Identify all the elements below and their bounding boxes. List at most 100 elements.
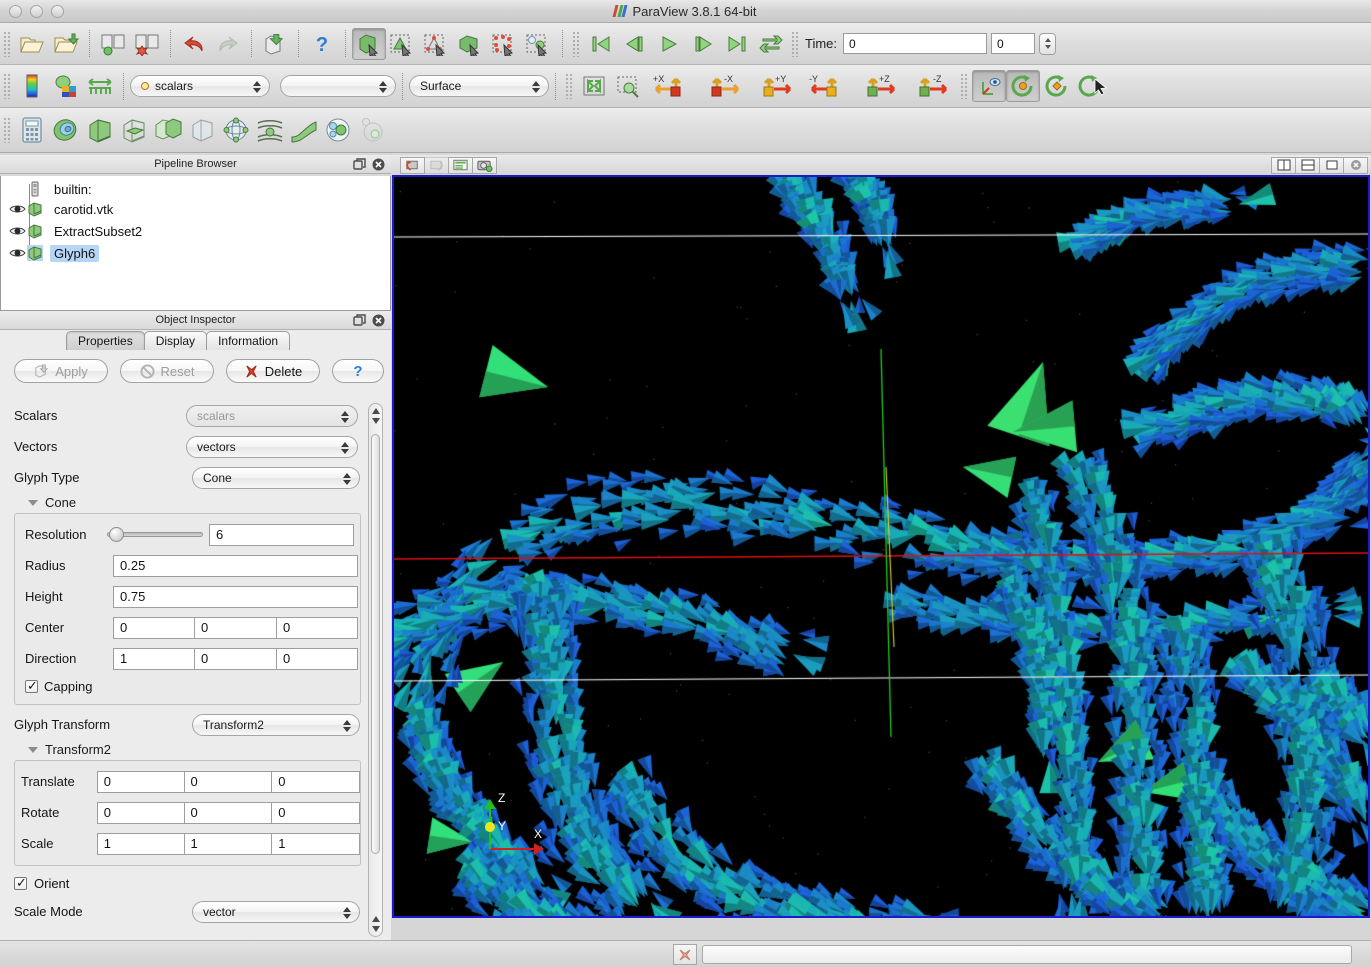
scroll-down-icon[interactable] — [372, 418, 380, 424]
visibility-eye-icon[interactable] — [7, 203, 27, 215]
color-by-select[interactable]: scalars — [130, 75, 270, 97]
redo-camera-view-button[interactable] — [424, 156, 449, 174]
tab-information[interactable]: Information — [206, 331, 291, 350]
open-recent-button[interactable] — [49, 28, 83, 60]
scroll-up-icon[interactable] — [372, 408, 380, 414]
delete-button[interactable]: Delete — [226, 359, 320, 383]
group-datasets-filter-button[interactable] — [321, 114, 355, 146]
select-points-rubber-button[interactable] — [420, 28, 454, 60]
pipeline-browser[interactable]: builtin: carotid.vtk ExtractSubset2 Glyp… — [0, 176, 391, 311]
pipeline-item-carotid[interactable]: carotid.vtk — [1, 198, 390, 220]
translate-y-input[interactable]: 0 — [184, 770, 273, 793]
view-minus-x-button[interactable]: -X — [697, 70, 749, 102]
split-vertical-button[interactable] — [1295, 156, 1320, 174]
center-x-input[interactable]: 0 — [113, 616, 195, 639]
select-surface-cells-button[interactable] — [352, 27, 386, 60]
split-horizontal-button[interactable] — [1271, 156, 1296, 174]
play-button[interactable] — [652, 28, 686, 60]
rescale-custom-range-button[interactable] — [83, 70, 117, 102]
render-view[interactable]: X Y Z — [392, 175, 1370, 918]
tab-display[interactable]: Display — [143, 331, 208, 350]
next-frame-button[interactable] — [686, 28, 720, 60]
threshold-filter-button[interactable] — [151, 114, 185, 146]
pipeline-item-builtin[interactable]: builtin: — [1, 176, 390, 198]
time-index-input[interactable]: 0 — [991, 33, 1036, 54]
direction-x-input[interactable]: 1 — [113, 647, 195, 670]
pipeline-item-glyph6[interactable]: Glyph6 — [1, 242, 390, 264]
extract-subset-filter-button[interactable] — [185, 114, 219, 146]
view-layout-buttons[interactable] — [1271, 156, 1368, 174]
direction-y-input[interactable]: 0 — [195, 647, 277, 670]
inspector-dock-buttons[interactable] — [353, 313, 385, 327]
capping-row[interactable]: Capping — [15, 674, 360, 698]
view-minus-y-button[interactable]: -Y — [801, 70, 853, 102]
previous-frame-button[interactable] — [618, 28, 652, 60]
resolution-slider[interactable] — [107, 524, 203, 546]
scroll-down-icon[interactable] — [372, 926, 380, 932]
visibility-eye-icon[interactable] — [7, 225, 27, 237]
warp-filter-button[interactable] — [287, 114, 321, 146]
reset-center-button[interactable] — [1040, 70, 1074, 102]
connect-server-button[interactable] — [96, 28, 130, 60]
time-index-stepper[interactable] — [1039, 32, 1057, 55]
rescale-to-data-range-button[interactable] — [49, 70, 83, 102]
undo-camera-button[interactable] — [258, 28, 292, 60]
toolbar-grip[interactable] — [3, 117, 12, 143]
apply-button[interactable]: Apply — [14, 359, 108, 383]
capture-screenshot-button[interactable] — [472, 156, 497, 174]
edit-color-map-button[interactable] — [15, 70, 49, 102]
translate-z-input[interactable]: 0 — [272, 770, 360, 793]
radius-input[interactable]: 0.25 — [113, 554, 358, 577]
loop-button[interactable] — [754, 28, 788, 60]
rotate-x-input[interactable]: 0 — [96, 801, 185, 824]
view-minus-z-button[interactable]: -Z — [905, 70, 957, 102]
maximize-view-button[interactable] — [1319, 156, 1344, 174]
extract-level-filter-button[interactable] — [355, 114, 389, 146]
color-component-select[interactable] — [280, 75, 396, 97]
scale-mode-select[interactable]: vector — [192, 900, 360, 923]
properties-scrollbar[interactable] — [368, 403, 383, 937]
close-icon[interactable] — [372, 314, 385, 327]
last-frame-button[interactable] — [720, 28, 754, 60]
select-frustum-points-button[interactable] — [488, 28, 522, 60]
help-button[interactable]: ? — [332, 359, 384, 383]
glyph-visualization-canvas[interactable] — [394, 177, 1368, 916]
select-surface-points-button[interactable] — [386, 28, 420, 60]
redo-button[interactable] — [211, 28, 245, 60]
float-dock-icon[interactable] — [353, 313, 366, 327]
interactive-select-button[interactable] — [522, 28, 556, 60]
adjust-camera-button[interactable] — [448, 156, 473, 174]
cancel-button[interactable] — [673, 944, 697, 965]
open-file-button[interactable] — [15, 28, 49, 60]
rotate-cw-button[interactable] — [1074, 70, 1108, 102]
cone-group-header[interactable]: Cone — [0, 493, 391, 511]
undo-camera-view-button[interactable] — [400, 156, 425, 174]
glyph-transform-select[interactable]: Transform2 — [192, 713, 360, 736]
rotate-z-input[interactable]: 0 — [272, 801, 360, 824]
center-y-input[interactable]: 0 — [195, 616, 277, 639]
reset-button[interactable]: Reset — [120, 359, 214, 383]
vectors-select[interactable]: vectors — [186, 435, 358, 458]
resolution-input[interactable]: 6 — [209, 523, 354, 546]
pick-center-button[interactable] — [1006, 70, 1040, 102]
time-input[interactable]: 0 — [843, 33, 988, 54]
view-plus-x-button[interactable]: +X — [645, 70, 697, 102]
orient-row[interactable]: Orient — [0, 870, 391, 896]
view-plus-y-button[interactable]: +Y — [749, 70, 801, 102]
representation-select[interactable]: Surface — [409, 75, 549, 97]
help-button[interactable]: ? — [305, 28, 339, 60]
float-dock-icon[interactable] — [353, 157, 366, 171]
toolbar-grip[interactable] — [3, 73, 12, 99]
stream-tracer-filter-button[interactable] — [253, 114, 287, 146]
view-plus-z-button[interactable]: +Z — [853, 70, 905, 102]
transform-group-header[interactable]: Transform2 — [0, 740, 391, 758]
zoom-to-box-button[interactable] — [611, 70, 645, 102]
toolbar-grip[interactable] — [572, 30, 581, 57]
undo-button[interactable] — [177, 28, 211, 60]
scale-y-input[interactable]: 1 — [184, 832, 273, 855]
slice-filter-button[interactable] — [117, 114, 151, 146]
direction-z-input[interactable]: 0 — [277, 647, 358, 670]
reset-camera-button[interactable] — [577, 70, 611, 102]
visibility-eye-icon[interactable] — [7, 247, 27, 259]
disconnect-server-button[interactable] — [130, 28, 164, 60]
